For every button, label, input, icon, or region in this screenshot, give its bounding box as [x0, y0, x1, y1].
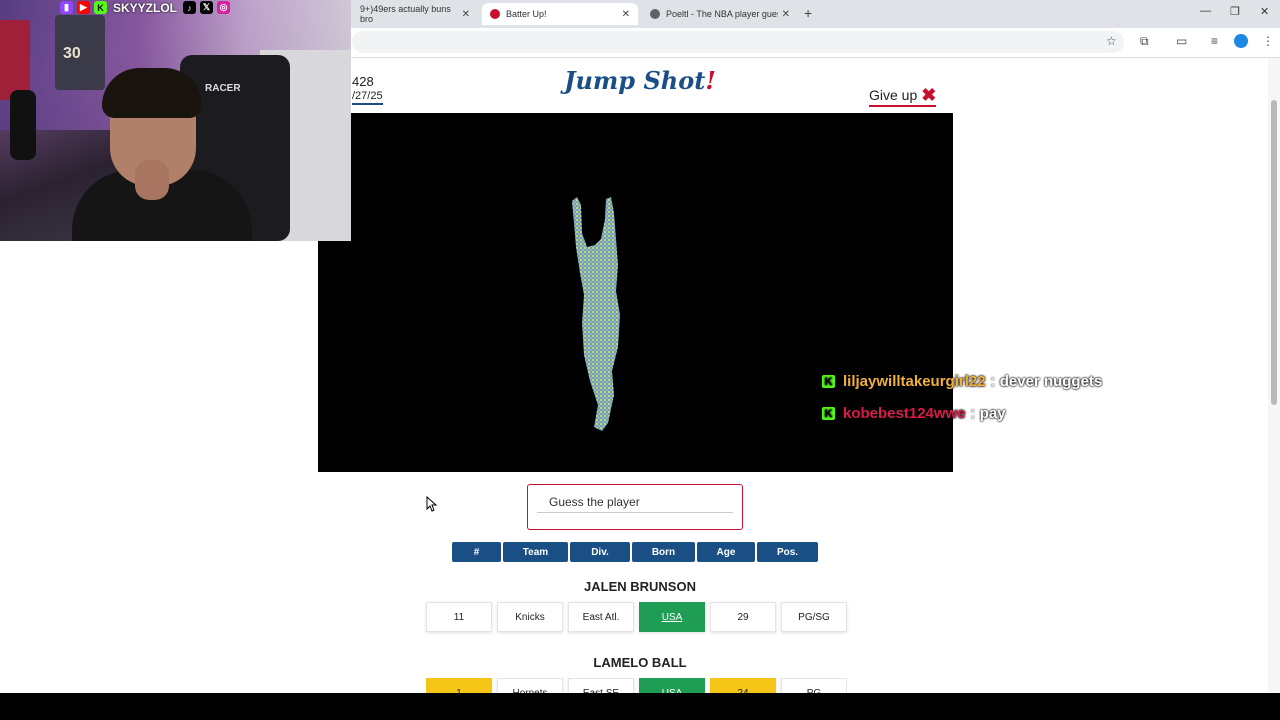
game-date[interactable]: /27/25: [352, 90, 383, 105]
column-header-born: Born: [632, 542, 695, 562]
profile-avatar[interactable]: [1234, 34, 1248, 48]
globe-favicon-icon: [650, 9, 660, 19]
result-cell-born: USA: [639, 678, 705, 693]
chat-username: liljaywilltakeurgirl22: [843, 373, 986, 390]
result-cell-team: Knicks: [497, 602, 563, 632]
streamer-webcam: 30 RACER ▮ ▶ K SKYYZLOL ♪ 𝕏 ◎: [0, 0, 351, 241]
browser-tab-3[interactable]: Poeltl - The NBA player guess ✕: [642, 3, 798, 25]
give-up-label: Give up: [869, 87, 918, 103]
twitch-icon: ▮: [60, 1, 73, 14]
browser-tab-1[interactable]: 9+)49ers actually buns bro ✕: [352, 3, 478, 25]
result-cell-team: Hornets: [497, 678, 563, 693]
column-header-team: Team: [503, 542, 568, 562]
guess-player-input[interactable]: [537, 491, 733, 513]
result-cell-age: 24: [710, 678, 776, 693]
column-header-division: Div.: [570, 542, 630, 562]
cast-icon[interactable]: ▭: [1176, 34, 1187, 48]
result-cell-number: 1: [426, 678, 492, 693]
result-cell-division: East SE: [568, 678, 634, 693]
x-icon: 𝕏: [200, 1, 214, 14]
minimize-icon[interactable]: —: [1200, 5, 1211, 17]
streamer-handle: SKYYZLOL: [113, 0, 178, 15]
webcam-microphone: [10, 90, 36, 160]
result-cell-division: East Atl.: [568, 602, 634, 632]
extensions-icon[interactable]: ⧉: [1140, 34, 1149, 49]
game-number: 428: [352, 74, 374, 89]
page-title: Jump Shot!: [540, 66, 740, 95]
bookmark-star-icon[interactable]: ☆: [1106, 34, 1117, 48]
guess-result-row: 1 Hornets East SE USA 24 PG: [426, 678, 847, 693]
column-header-row: # Team Div. Born Age Pos.: [452, 542, 818, 562]
guess-player-name: LAMELO BALL: [593, 655, 687, 670]
tab-close-icon[interactable]: ✕: [622, 9, 630, 20]
tab-close-icon[interactable]: ✕: [462, 9, 470, 20]
mouse-cursor-icon: [426, 496, 438, 512]
result-cell-born: USA: [639, 602, 705, 632]
give-up-button[interactable]: Give up ✖: [869, 85, 937, 107]
kick-icon: K: [822, 375, 835, 388]
menu-kebab-icon[interactable]: ⋮: [1262, 34, 1274, 48]
webcam-chair-logo: RACER: [205, 83, 241, 94]
guess-box: [527, 484, 743, 530]
webcam-person-hair: [102, 68, 202, 118]
result-cell-position: PG: [781, 678, 847, 693]
tab-label: 9+)49ers actually buns bro: [360, 4, 451, 24]
browser-tab-2[interactable]: Batter Up! ✕: [482, 3, 638, 25]
tab-label: Poeltl - The NBA player guess: [666, 9, 778, 19]
close-x-icon: ✖: [921, 85, 937, 105]
window-close-icon[interactable]: ✕: [1260, 5, 1269, 18]
column-header-number: #: [452, 542, 501, 562]
result-cell-position: PG/SG: [781, 602, 847, 632]
youtube-icon: ▶: [77, 1, 90, 14]
webcam-jersey-number: 30: [63, 45, 81, 62]
title-text: Jump Shot: [564, 66, 706, 95]
webcam-jersey-red: [0, 20, 30, 100]
instagram-icon: ◎: [217, 1, 231, 14]
chat-text: pay: [979, 405, 1006, 422]
batter-up-favicon-icon: [490, 9, 500, 19]
column-header-age: Age: [697, 542, 755, 562]
new-tab-button[interactable]: +: [804, 5, 812, 21]
scrollbar-thumb[interactable]: [1271, 100, 1277, 405]
result-cell-age: 29: [710, 602, 776, 632]
chat-separator: :: [970, 405, 975, 422]
kick-icon: K: [94, 1, 107, 14]
column-header-position: Pos.: [757, 542, 818, 562]
chat-text: dever nuggets: [999, 373, 1103, 390]
tab-label: Batter Up!: [506, 9, 547, 19]
media-icon[interactable]: ≡: [1211, 34, 1218, 48]
tiktok-icon: ♪: [183, 1, 197, 14]
webcam-person-hand: [135, 160, 169, 200]
guess-player-name: JALEN BRUNSON: [584, 579, 696, 594]
result-cell-number: 11: [426, 602, 492, 632]
chat-separator: :: [990, 373, 995, 390]
player-silhouette-icon: [572, 197, 620, 431]
title-exclamation: !: [705, 66, 716, 95]
tab-close-icon[interactable]: ✕: [782, 9, 790, 20]
guess-result-row: 11 Knicks East Atl. USA 29 PG/SG: [426, 602, 847, 632]
screen-bottom-bar: [0, 693, 1280, 720]
kick-icon: K: [822, 407, 835, 420]
chat-username: kobebest124wwe: [843, 405, 966, 422]
chat-message: K kobebest124wwe : pay: [822, 405, 1006, 422]
chat-message: K liljaywilltakeurgirl22 : dever nuggets: [822, 373, 1102, 390]
social-handles-bar: ▮ ▶ K SKYYZLOL ♪ 𝕏 ◎: [60, 0, 231, 15]
restore-icon[interactable]: ❐: [1230, 5, 1240, 18]
address-bar[interactable]: [352, 31, 1124, 53]
